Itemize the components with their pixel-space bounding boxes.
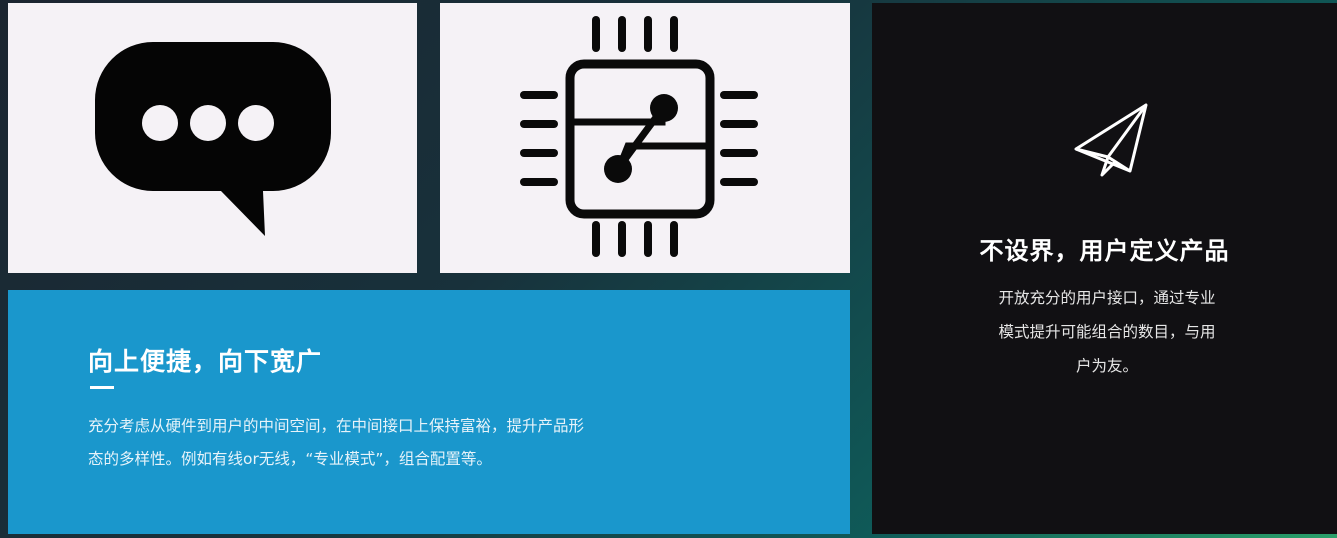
title-underline: [90, 386, 114, 389]
description-line: 充分考虑从硬件到用户的中间空间，在中间接口上保持富裕，提升产品形: [88, 417, 585, 435]
feature-description: 充分考虑从硬件到用户的中间空间，在中间接口上保持富裕，提升产品形 态的多样性。例…: [88, 410, 788, 476]
feature-title: 向上便捷，向下宽广: [88, 347, 323, 376]
description-line: 户为友。: [1075, 357, 1138, 375]
description-line: 态的多样性。例如有线or无线，“专业模式”，组合配置等。: [88, 450, 492, 468]
speech-bubble-ellipsis-icon: [94, 42, 331, 236]
paper-plane-icon: [1074, 103, 1148, 177]
description-line: 开放充分的用户接口，通过专业: [998, 289, 1216, 307]
feature-description: 开放充分的用户接口，通过专业 模式提升可能组合的数目，与用 户为友。: [952, 281, 1262, 383]
feature-tile-borderless: 不设界，用户定义产品 开放充分的用户接口，通过专业 模式提升可能组合的数目，与用…: [872, 3, 1337, 534]
chat-tile: [8, 3, 417, 273]
feature-tile-convenient: 向上便捷，向下宽广 充分考虑从硬件到用户的中间空间，在中间接口上保持富裕，提升产…: [8, 290, 850, 534]
chip-tile: [440, 3, 850, 273]
description-line: 模式提升可能组合的数目，与用: [998, 323, 1216, 341]
circuit-chip-icon: [520, 15, 758, 257]
feature-title: 不设界，用户定义产品: [979, 236, 1230, 265]
